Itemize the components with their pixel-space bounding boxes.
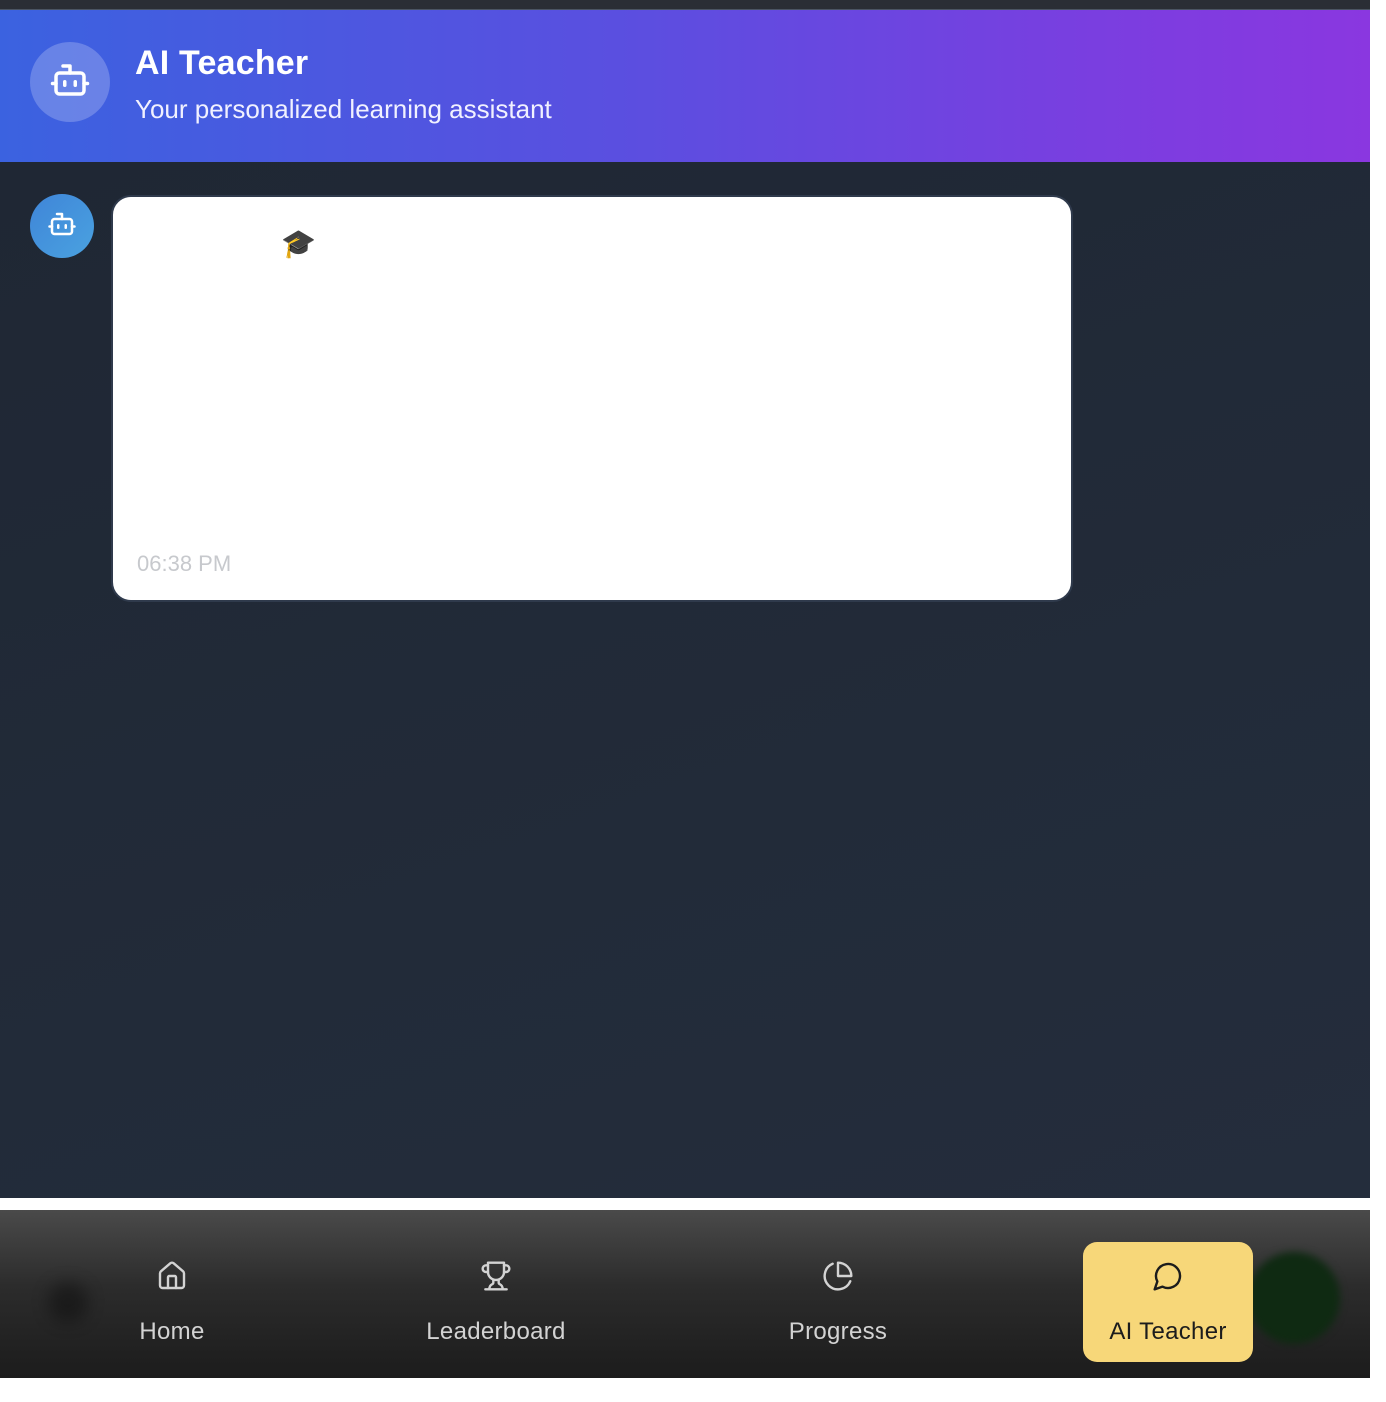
top-bar bbox=[0, 0, 1370, 10]
page-subtitle: Your personalized learning assistant bbox=[135, 94, 552, 124]
nav-item-progress[interactable]: Progress bbox=[773, 1242, 903, 1362]
chat-bubble-icon bbox=[1152, 1256, 1184, 1296]
bottom-nav: Home Leaderboard Progress AI Teacher bbox=[0, 1210, 1370, 1378]
bottom-strip bbox=[0, 1378, 1370, 1386]
message-timestamp: 06:38 PM bbox=[137, 551, 232, 576]
nav-label: Leaderboard bbox=[426, 1318, 566, 1345]
bot-message-bubble: 🎓 06:38 PM bbox=[111, 195, 1073, 602]
divider bbox=[0, 1198, 1370, 1210]
home-icon bbox=[156, 1256, 188, 1296]
bot-avatar bbox=[30, 194, 94, 258]
nav-shadow bbox=[48, 1282, 88, 1322]
nav-label: Home bbox=[139, 1318, 205, 1345]
nav-item-leaderboard[interactable]: Leaderboard bbox=[406, 1242, 586, 1362]
nav-item-home[interactable]: Home bbox=[112, 1242, 232, 1362]
header-avatar bbox=[30, 42, 110, 122]
trophy-icon bbox=[480, 1256, 512, 1296]
robot-icon bbox=[47, 209, 77, 244]
nav-label: AI Teacher bbox=[1109, 1318, 1227, 1345]
page-title: AI Teacher bbox=[135, 44, 309, 82]
app-frame: AI Teacher Your personalized learning as… bbox=[0, 0, 1370, 1386]
robot-icon bbox=[49, 59, 91, 106]
graduation-cap-icon: 🎓 bbox=[281, 228, 316, 259]
floating-action-button[interactable] bbox=[1248, 1252, 1340, 1344]
nav-label: Progress bbox=[788, 1318, 888, 1345]
header: AI Teacher Your personalized learning as… bbox=[0, 10, 1370, 162]
pie-chart-icon bbox=[822, 1256, 854, 1296]
nav-item-ai-teacher[interactable]: AI Teacher bbox=[1083, 1242, 1253, 1362]
